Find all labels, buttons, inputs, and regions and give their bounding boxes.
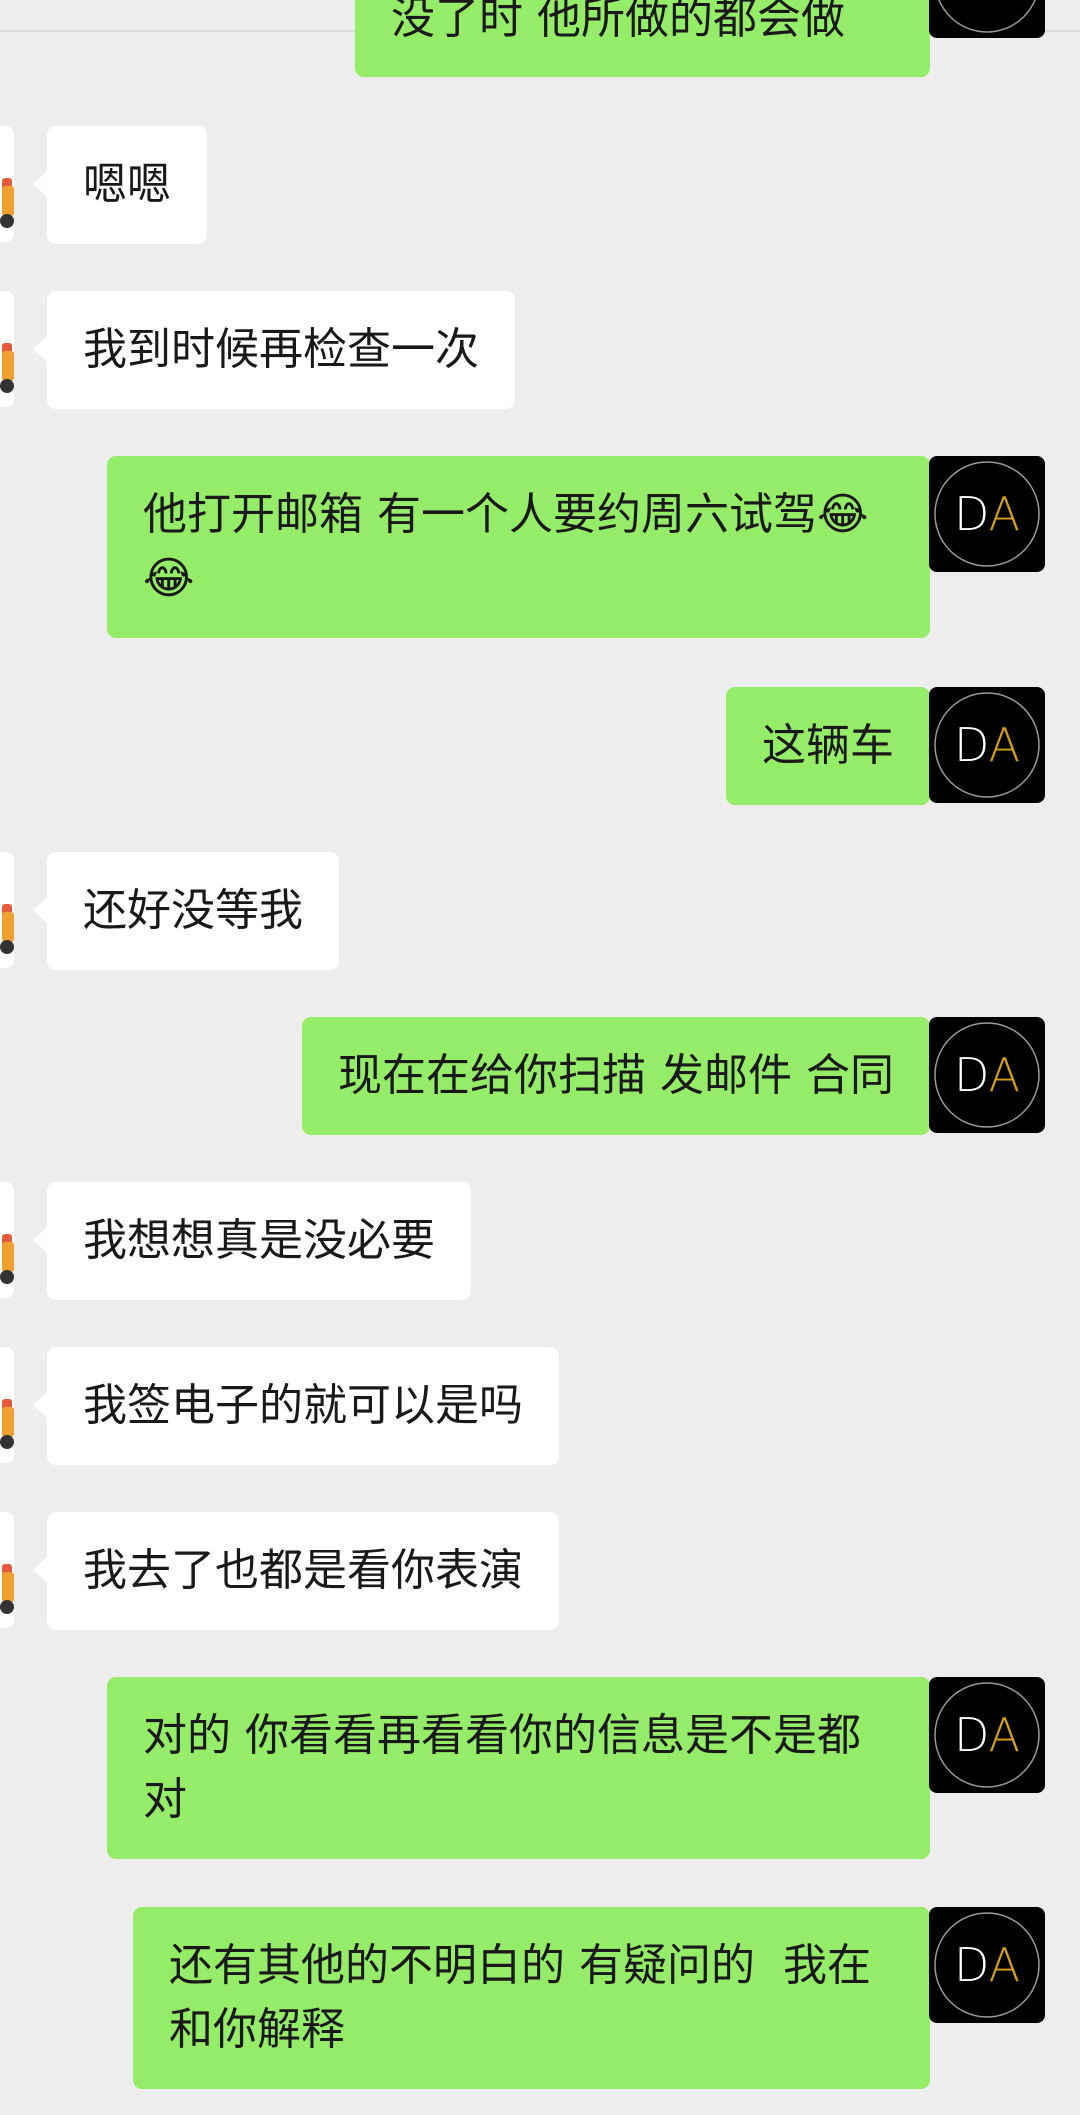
message-bubble-outgoing[interactable]: 现在在给你扫描 发邮件 合同 [302, 1017, 944, 1135]
svg-text:DA: DA [954, 1048, 1020, 1102]
message-bubble-outgoing[interactable]: 还有其他的不明白的 有疑问的 我在和你解释 [133, 1907, 944, 2089]
user-avatar[interactable]: DA [929, 1677, 1045, 1793]
contact-avatar[interactable] [0, 852, 14, 968]
message-bubble-outgoing[interactable]: 他打开邮箱 有一个人要约周六试驾😂😂 [107, 456, 944, 638]
message-bubble-incoming[interactable]: 我到时候再检查一次 [33, 291, 515, 409]
message-bubble-incoming[interactable]: 我想想真是没必要 [33, 1182, 471, 1300]
contact-avatar[interactable] [0, 1182, 14, 1298]
contact-avatar[interactable] [0, 1512, 14, 1628]
message-bubble-incoming[interactable]: 嗯嗯 [33, 126, 207, 244]
message-bubble-outgoing[interactable]: 没了时 他所做的都会做 [355, 0, 930, 77]
contact-avatar[interactable] [0, 291, 14, 407]
svg-text:DA: DA [954, 1938, 1020, 1992]
message-bubble-incoming[interactable]: 我去了也都是看你表演 [33, 1512, 559, 1630]
svg-text:DA: DA [954, 718, 1020, 772]
message-bubble-outgoing[interactable]: 对的 你看看再看看你的信息是不是都对 [107, 1677, 944, 1859]
message-bubble-incoming[interactable]: 我签电子的就可以是吗 [33, 1347, 559, 1465]
contact-avatar[interactable] [0, 1347, 14, 1463]
user-avatar[interactable]: DA [929, 1907, 1045, 2023]
contact-avatar[interactable] [0, 126, 14, 242]
message-bubble-incoming[interactable]: 还好没等我 [33, 852, 339, 970]
svg-text:DA: DA [954, 1708, 1020, 1762]
user-avatar[interactable]: DA [929, 0, 1045, 38]
svg-text:DA: DA [954, 487, 1020, 541]
message-bubble-outgoing[interactable]: 这辆车 [726, 687, 944, 805]
user-avatar[interactable]: DA [929, 687, 1045, 803]
user-avatar[interactable]: DA [929, 456, 1045, 572]
svg-text:DA: DA [954, 0, 1020, 7]
user-avatar[interactable]: DA [929, 1017, 1045, 1133]
